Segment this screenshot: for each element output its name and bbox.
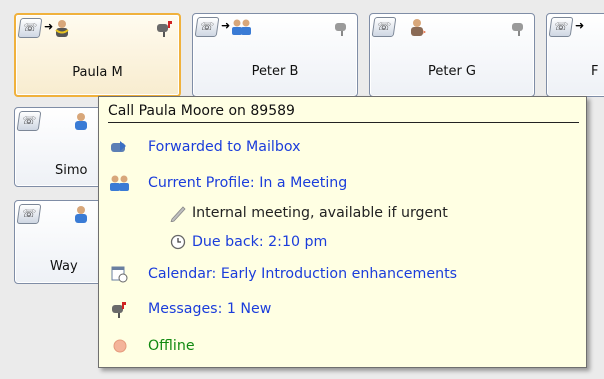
forward-arrow-icon: ➜	[575, 19, 585, 32]
extension-tile-partial[interactable]: ☏ ➜ F	[546, 13, 604, 97]
tile-name: Peter G	[427, 64, 477, 79]
presence-dot-icon	[113, 339, 127, 353]
group-icon	[110, 175, 129, 191]
current-profile[interactable]: Current Profile: In a Meeting	[148, 175, 347, 191]
phone-icon[interactable]: ☏	[371, 17, 397, 37]
group-icon	[232, 19, 251, 35]
mailbox-icon	[335, 23, 346, 36]
extension-tile-peter-b[interactable]: ☏ ➜ Peter B	[192, 13, 358, 97]
phone-icon[interactable]: ☏	[16, 111, 42, 131]
phone-icon[interactable]: ☏	[548, 17, 574, 37]
person-icon	[75, 113, 87, 130]
extension-tile-paula[interactable]: ☏ ➜ Paula M	[14, 13, 181, 97]
away-person-icon	[411, 19, 426, 36]
due-back[interactable]: Due back: 2:10 pm	[192, 234, 327, 250]
extension-tooltip: Call Paula Moore on 89589 Forwarded to M…	[98, 96, 587, 368]
busy-person-icon	[55, 20, 69, 37]
phone-icon[interactable]: ☏	[17, 18, 43, 38]
tile-name: F	[591, 64, 599, 79]
divider	[108, 122, 579, 123]
extension-tile-peter-g[interactable]: ☏ Peter G	[369, 13, 535, 97]
forward-icon	[111, 141, 126, 152]
messages-count[interactable]: Messages: 1 New	[148, 301, 271, 317]
person-icon	[75, 206, 87, 223]
forward-arrow-icon: ➜	[221, 19, 231, 32]
mailbox-icon	[157, 21, 172, 37]
pencil-icon	[170, 206, 186, 222]
forward-status[interactable]: Forwarded to Mailbox	[148, 139, 301, 155]
profile-note: Internal meeting, available if urgent	[192, 205, 448, 221]
phone-icon[interactable]: ☏	[194, 17, 220, 37]
mailbox-icon	[512, 23, 523, 36]
presence-status: Offline	[148, 338, 195, 354]
phone-icon[interactable]: ☏	[16, 204, 42, 224]
forward-arrow-icon: ➜	[44, 20, 54, 33]
clock-icon	[170, 234, 186, 250]
tile-name: Peter B	[251, 64, 299, 79]
tooltip-title: Call Paula Moore on 89589	[108, 103, 295, 119]
tile-name: Paula M	[72, 65, 123, 80]
calendar-icon	[111, 266, 128, 283]
calendar-entry[interactable]: Calendar: Early Introduction enhancement…	[148, 266, 457, 282]
mailbox-icon	[112, 302, 126, 318]
